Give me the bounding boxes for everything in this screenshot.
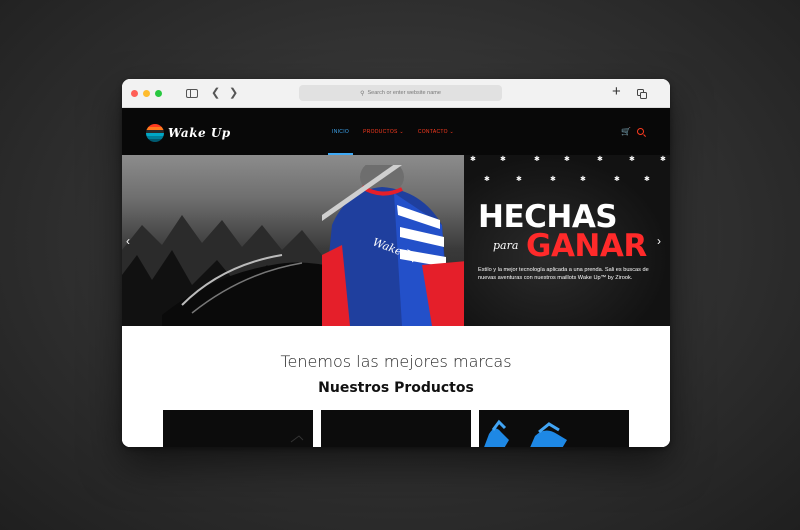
- nav-productos[interactable]: PRODUCTOS ⌄: [363, 108, 404, 155]
- product-image: [290, 435, 304, 443]
- logo-mark-icon: [146, 124, 164, 142]
- website: Wake Up INICIO PRODUCTOS ⌄ CONTACTO ⌄ 🛒: [122, 108, 670, 447]
- nav-inicio[interactable]: INICIO: [327, 108, 354, 155]
- slider-prev-arrow[interactable]: ‹: [126, 235, 130, 247]
- product-card[interactable]: [321, 410, 471, 447]
- hero-title-line2: GANAR: [526, 228, 647, 264]
- site-header: Wake Up INICIO PRODUCTOS ⌄ CONTACTO ⌄ 🛒: [122, 108, 670, 155]
- product-card[interactable]: [479, 410, 629, 447]
- product-image: [484, 419, 567, 447]
- browser-titlebar: ❮ ❯ ⚲ Search or enter website name +: [122, 79, 670, 108]
- search-icon: ⚲: [360, 90, 365, 97]
- close-window-button[interactable]: [131, 90, 138, 97]
- browser-window: ❮ ❯ ⚲ Search or enter website name + Wak…: [122, 79, 670, 447]
- jersey-model: Wake Up: [322, 165, 467, 326]
- products-heading: Nuestros Productos: [318, 380, 474, 396]
- logo-text: Wake Up: [168, 126, 231, 140]
- tabs-icon[interactable]: [637, 89, 647, 99]
- brands-heading: Tenemos las mejores marcas: [280, 352, 512, 371]
- plus-icon[interactable]: +: [612, 84, 621, 99]
- address-placeholder: Search or enter website name: [367, 90, 441, 96]
- zoom-window-button[interactable]: [155, 90, 162, 97]
- minimize-window-button[interactable]: [143, 90, 150, 97]
- chevron-right-icon[interactable]: ❯: [229, 86, 238, 100]
- sidebar-icon[interactable]: [186, 89, 198, 98]
- cart-icon[interactable]: 🛒: [621, 127, 631, 136]
- product-card[interactable]: [163, 410, 313, 447]
- hero-title-script: para: [493, 239, 519, 252]
- hero-slider: Wake Up ✱ ✱ ✱ ✱ ✱ ✱ ✱ ✱ ✱ ✱ ✱ ✱ ✱ HECHAS…: [122, 155, 670, 326]
- hero-description: Estilo y la mejor tecnología aplicada a …: [478, 267, 649, 281]
- main-nav: INICIO PRODUCTOS ⌄ CONTACTO ⌄: [327, 108, 454, 155]
- logo[interactable]: Wake Up: [146, 124, 231, 142]
- nav-contacto[interactable]: CONTACTO ⌄: [418, 108, 454, 155]
- chevron-left-icon[interactable]: ❮: [211, 86, 220, 100]
- main-content: Tenemos las mejores marcas Nuestros Prod…: [122, 326, 670, 447]
- slider-next-arrow[interactable]: ›: [657, 235, 661, 247]
- hero-photo: Wake Up: [122, 155, 467, 326]
- search-icon[interactable]: [637, 128, 644, 135]
- address-bar[interactable]: ⚲ Search or enter website name: [299, 85, 502, 101]
